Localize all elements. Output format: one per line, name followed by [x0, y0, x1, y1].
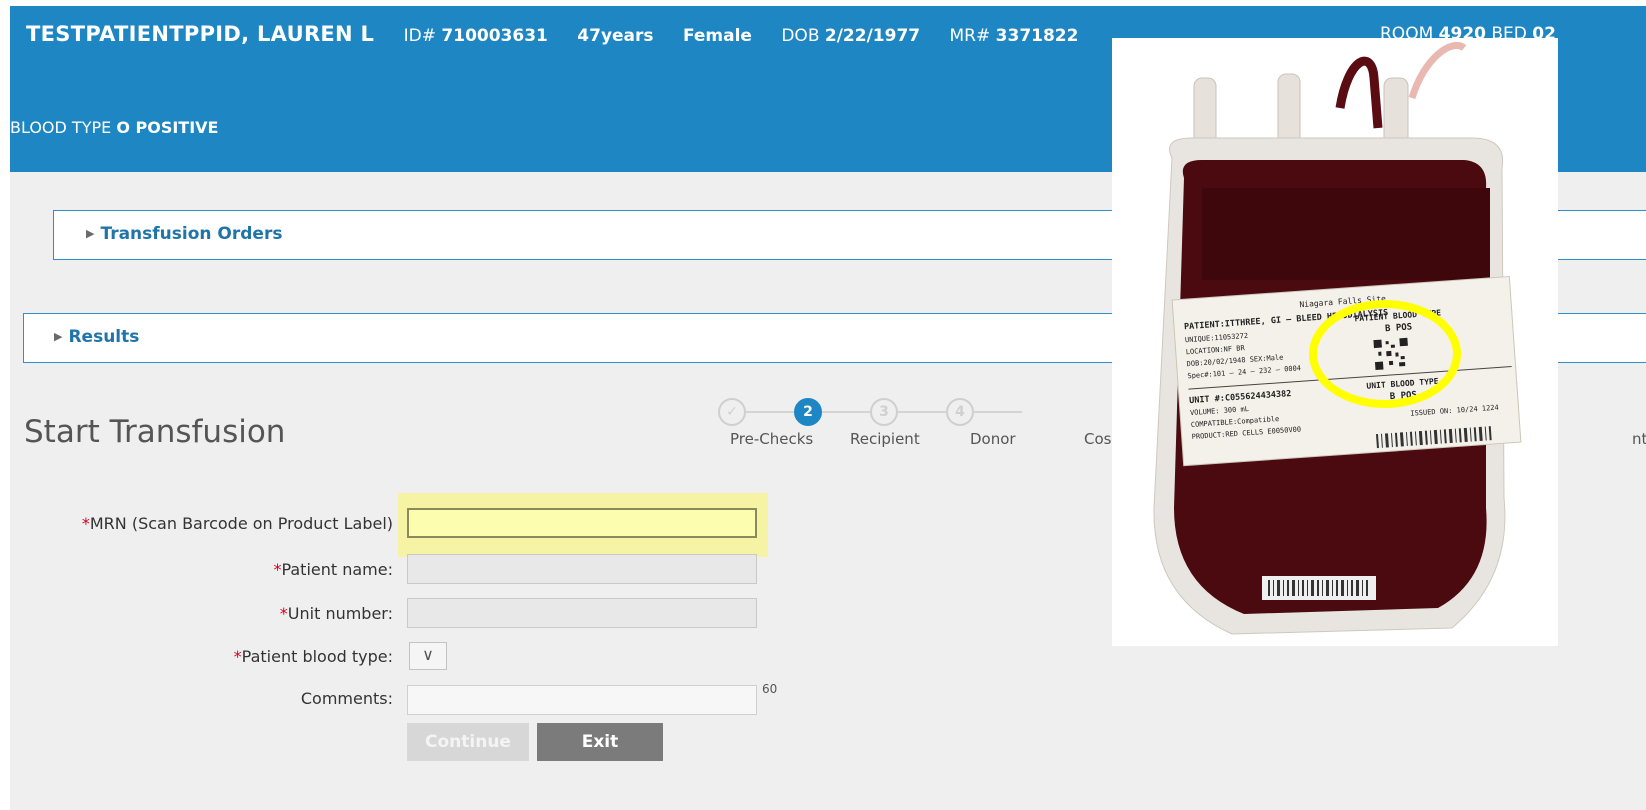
results-toggle[interactable]: ▶ Results — [54, 327, 139, 347]
mrn-input[interactable] — [407, 508, 757, 538]
patient-dob-value: 2/22/1977 — [824, 26, 921, 46]
bag-shadow — [1202, 188, 1490, 280]
step-label-last-fragment: nt — [1632, 430, 1646, 448]
patient-id: ID# 710003631 — [404, 26, 548, 46]
patient-dob: DOB 2/22/1977 — [781, 26, 920, 46]
patient-blood-type: BLOOD TYPE O POSITIVE — [10, 118, 218, 137]
transfusion-orders-toggle[interactable]: ▶ Transfusion Orders — [86, 224, 282, 244]
continue-button[interactable]: Continue — [407, 723, 529, 761]
comments-char-limit: 60 — [762, 682, 778, 696]
results-label: Results — [68, 327, 140, 347]
patient-name-label-text: Patient name: — [281, 560, 393, 579]
step-label-pre-checks: Pre-Checks — [730, 430, 814, 448]
unit-number-label: *Unit number: — [280, 604, 393, 623]
comments-label: Comments: — [300, 689, 393, 708]
transfusion-orders-label: Transfusion Orders — [100, 224, 283, 244]
step-connector — [822, 411, 870, 413]
patient-id-label: ID# — [403, 26, 436, 46]
patient-sex-value: Female — [682, 26, 752, 46]
blood-type-label: BLOOD TYPE — [10, 118, 112, 137]
comments-input[interactable] — [407, 685, 757, 715]
tubing — [1335, 56, 1383, 129]
mrn-label: *MRN (Scan Barcode on Product Label) — [82, 514, 393, 533]
patient-age: 47years — [577, 26, 653, 46]
mrn-label-text: MRN (Scan Barcode on Product Label) — [89, 514, 393, 533]
patient-info-row: TESTPATIENTPPID, LAUREN L ID# 710003631 … — [26, 22, 1078, 46]
step-label-donor: Donor — [970, 430, 1016, 448]
blood-bag-illustration: Niagara Falls Site PATIENT:ITTHREE, GI —… — [1153, 42, 1522, 635]
tubing — [1408, 42, 1467, 100]
patient-age-value: 47years — [577, 26, 654, 46]
patient-mr: MR# 3371822 — [950, 26, 1079, 46]
step-connector — [746, 411, 794, 413]
step-connector — [898, 411, 946, 413]
step-pre-checks-check-icon[interactable]: ✓ — [718, 398, 746, 426]
step-four-circle[interactable]: 4 — [946, 398, 974, 426]
blood-type-value: O POSITIVE — [116, 118, 219, 137]
unit-number-field[interactable] — [407, 598, 757, 628]
patient-mr-value: 3371822 — [995, 26, 1079, 46]
required-marker: * — [81, 514, 90, 533]
step-label-recipient: Recipient — [850, 430, 920, 448]
patient-name: TESTPATIENTPPID, LAUREN L — [26, 22, 375, 46]
required-marker: * — [233, 647, 242, 666]
step-connector — [974, 411, 1022, 413]
blood-type-dropdown[interactable]: ∨ — [409, 642, 447, 670]
patient-blood-type-label-text: Patient blood type: — [241, 647, 393, 666]
expand-triangle-icon: ▶ — [54, 330, 63, 343]
blood-bag-photo: Niagara Falls Site PATIENT:ITTHREE, GI —… — [1112, 38, 1558, 646]
product-label: Niagara Falls Site PATIENT:ITTHREE, GI —… — [1171, 275, 1522, 467]
patient-blood-type-label: *Patient blood type: — [234, 647, 393, 666]
patient-mr-label: MR# — [949, 26, 991, 46]
exit-button[interactable]: Exit — [537, 723, 663, 761]
patient-name-field[interactable] — [407, 554, 757, 584]
qr-code — [1371, 335, 1412, 373]
expand-triangle-icon: ▶ — [86, 227, 95, 240]
step-recipient-circle[interactable]: 2 — [794, 398, 822, 426]
chevron-down-icon: ∨ — [422, 645, 434, 664]
bottom-barcode — [1268, 580, 1368, 596]
page-title: Start Transfusion — [24, 414, 286, 450]
step-donor-circle[interactable]: 3 — [870, 398, 898, 426]
patient-id-value: 710003631 — [441, 26, 548, 46]
patient-sex: Female — [683, 26, 752, 46]
patient-name-label: *Patient name: — [273, 560, 393, 579]
unit-number-label-text: Unit number: — [287, 604, 393, 623]
step-label-four: Cos — [1084, 430, 1112, 448]
required-marker: * — [279, 604, 288, 623]
patient-dob-label: DOB — [781, 26, 820, 46]
label-patient-blood-value: B POS — [1385, 322, 1413, 334]
